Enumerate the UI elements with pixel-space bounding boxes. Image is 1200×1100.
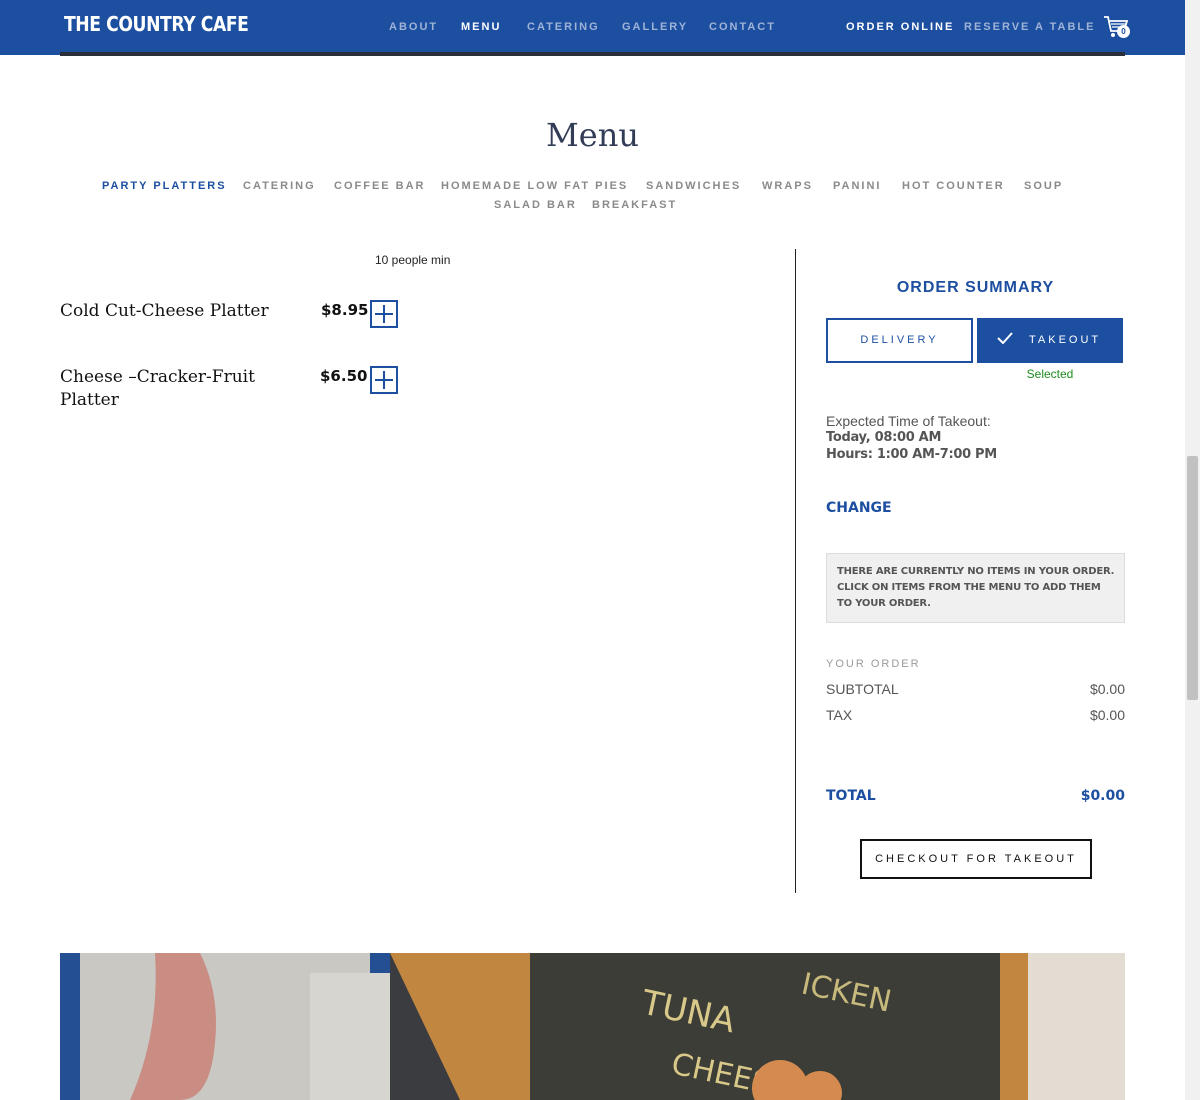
category-sandwiches[interactable]: SANDWICHES bbox=[646, 180, 741, 192]
total-label: TOTAL bbox=[826, 788, 876, 804]
total-value: $0.00 bbox=[1080, 788, 1125, 804]
hero-image-edge bbox=[60, 52, 1125, 56]
expected-time-value: Today, 08:00 AM bbox=[826, 430, 942, 445]
nav-catering[interactable]: CATERING bbox=[527, 21, 600, 33]
menu-item-name: Cheese –Cracker-Fruit Platter bbox=[60, 367, 255, 410]
nav-contact[interactable]: CONTACT bbox=[709, 21, 776, 33]
cart-count-badge: 0 bbox=[1117, 25, 1130, 38]
subtotal-value: $0.00 bbox=[1089, 681, 1125, 697]
menu-title: Menu bbox=[546, 116, 639, 154]
takeout-label: TAKEOUT bbox=[1029, 334, 1102, 346]
empty-order-notice: THERE ARE CURRENTLY NO ITEMS IN YOUR ORD… bbox=[826, 553, 1125, 623]
category-panini[interactable]: PANINI bbox=[833, 180, 881, 192]
nav-gallery[interactable]: GALLERY bbox=[622, 21, 688, 33]
menu-item-price: $8.95 bbox=[321, 301, 369, 319]
expected-time-label: Expected Time of Takeout: bbox=[826, 413, 991, 429]
site-logo[interactable]: THE COUNTRY CAFE bbox=[64, 12, 249, 36]
page-scrollbar-thumb[interactable] bbox=[1187, 456, 1198, 700]
delivery-button[interactable]: DELIVERY bbox=[826, 318, 973, 363]
store-hours: Hours: 1:00 AM-7:00 PM bbox=[826, 447, 997, 462]
takeout-button[interactable]: TAKEOUT bbox=[977, 318, 1123, 363]
nav-menu[interactable]: MENU bbox=[461, 21, 501, 33]
add-item-button[interactable] bbox=[370, 300, 398, 328]
order-online-link[interactable]: ORDER ONLINE bbox=[846, 21, 954, 33]
menu-item-price: $6.50 bbox=[320, 367, 368, 385]
nav-about[interactable]: ABOUT bbox=[389, 21, 438, 33]
your-order-label: YOUR ORDER bbox=[826, 658, 921, 670]
cafe-chalkboard-photo: TUNA CHEESE ICKEN bbox=[60, 953, 1125, 1100]
category-hot-counter[interactable]: HOT COUNTER bbox=[902, 180, 1005, 192]
tax-value: $0.00 bbox=[1089, 707, 1125, 723]
category-catering[interactable]: CATERING bbox=[243, 180, 316, 192]
empty-order-message: THERE ARE CURRENTLY NO ITEMS IN YOUR ORD… bbox=[837, 566, 1115, 609]
subtotal-label: SUBTOTAL bbox=[826, 681, 899, 697]
category-breakfast[interactable]: BREAKFAST bbox=[592, 199, 677, 211]
category-salad-bar[interactable]: SALAD BAR bbox=[494, 199, 577, 211]
column-divider bbox=[795, 249, 796, 893]
change-link[interactable]: CHANGE bbox=[826, 500, 892, 516]
category-homemade-pies[interactable]: HOMEMADE LOW FAT PIES bbox=[441, 180, 628, 192]
checkmark-icon bbox=[997, 332, 1013, 344]
order-summary-title: ORDER SUMMARY bbox=[896, 279, 1055, 296]
category-party-platters[interactable]: PARTY PLATTERS bbox=[102, 180, 227, 192]
checkout-button[interactable]: CHECKOUT FOR TAKEOUT bbox=[860, 839, 1092, 879]
selected-indicator: Selected bbox=[1026, 367, 1074, 381]
category-soup[interactable]: SOUP bbox=[1024, 180, 1063, 192]
category-wraps[interactable]: WRAPS bbox=[762, 180, 813, 192]
menu-item-name: Cold Cut-Cheese Platter bbox=[60, 301, 269, 321]
minimum-people-note: 10 people min bbox=[375, 253, 451, 267]
tax-label: TAX bbox=[826, 707, 853, 723]
category-coffee-bar[interactable]: COFFEE BAR bbox=[334, 180, 426, 192]
reserve-table-link[interactable]: RESERVE A TABLE bbox=[964, 21, 1095, 33]
add-item-button[interactable] bbox=[370, 366, 398, 394]
